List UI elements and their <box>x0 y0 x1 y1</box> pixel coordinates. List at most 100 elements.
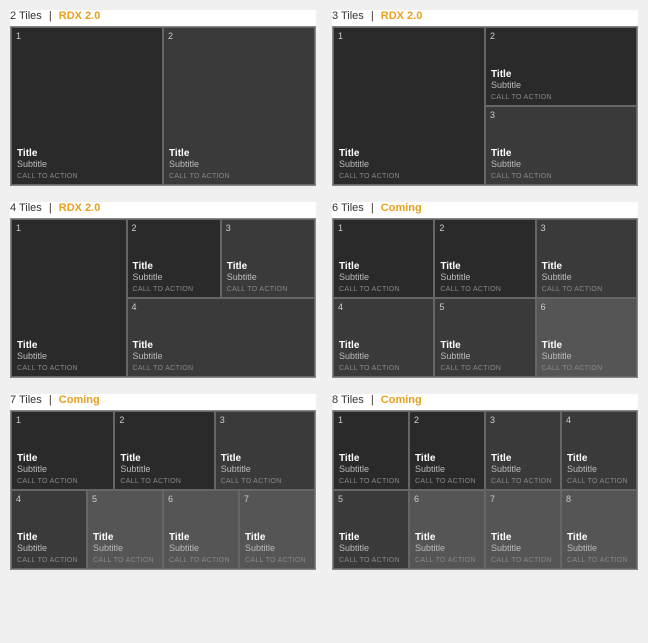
tile-8-6: 6 Title Subtitle CALL TO ACTION <box>409 490 485 569</box>
tile-7-6: 6 Title Subtitle CALL TO ACTION <box>163 490 239 569</box>
tile-title: Title <box>17 532 81 543</box>
rdx-label-3: RDX 2.0 <box>381 10 423 22</box>
tile-count-7: 7 Tiles <box>10 394 42 406</box>
tile-number: 3 <box>541 223 546 233</box>
tile-subtitle: Subtitle <box>491 159 631 169</box>
tile-subtitle: Subtitle <box>415 543 479 553</box>
tile-title: Title <box>339 453 403 464</box>
tile-title: Title <box>93 532 157 543</box>
tile-cta: CALL TO ACTION <box>339 173 479 180</box>
tile-grid-8: 1 Title Subtitle CALL TO ACTION 2 Title … <box>332 410 638 570</box>
tile-cta: CALL TO ACTION <box>415 557 479 564</box>
tile-number: 4 <box>338 302 343 312</box>
tile-number: 1 <box>16 223 21 233</box>
tile-cta: CALL TO ACTION <box>339 286 428 293</box>
tile-number: 6 <box>168 494 173 504</box>
tile-2-1: 1 Title Subtitle CALL TO ACTION <box>11 27 163 185</box>
tile-subtitle: Subtitle <box>339 351 428 361</box>
tile-count-8: 8 Tiles <box>332 394 364 406</box>
tile-number: 1 <box>338 31 343 41</box>
tile-number: 2 <box>132 223 137 233</box>
tile-8-5: 5 Title Subtitle CALL TO ACTION <box>333 490 409 569</box>
tile-number: 7 <box>244 494 249 504</box>
tile-title: Title <box>221 453 309 464</box>
rdx-label-4: RDX 2.0 <box>59 202 101 214</box>
tile-subtitle: Subtitle <box>491 80 631 90</box>
tile-cta: CALL TO ACTION <box>542 365 631 372</box>
tile-cta: CALL TO ACTION <box>133 286 215 293</box>
tile-cta: CALL TO ACTION <box>221 478 309 485</box>
tile-subtitle: Subtitle <box>491 543 555 553</box>
tile-4-4: 4 Title Subtitle CALL TO ACTION <box>127 298 315 377</box>
tile-8-1: 1 Title Subtitle CALL TO ACTION <box>333 411 409 490</box>
tile-count-6: 6 Tiles <box>332 202 364 214</box>
tile-number: 3 <box>220 415 225 425</box>
tile-subtitle: Subtitle <box>339 464 403 474</box>
tile-subtitle: Subtitle <box>227 272 309 282</box>
row-top-4: 2 Title Subtitle CALL TO ACTION 3 Title … <box>127 219 315 298</box>
tile-6-5: 5 Title Subtitle CALL TO ACTION <box>434 298 535 377</box>
tile-7-2: 2 Title Subtitle CALL TO ACTION <box>114 411 214 490</box>
section-header-3: 3 Tiles | RDX 2.0 <box>332 10 638 22</box>
tile-cta: CALL TO ACTION <box>227 286 309 293</box>
tile-title: Title <box>542 340 631 351</box>
tile-title: Title <box>133 340 309 351</box>
tile-number: 1 <box>16 31 21 41</box>
section-header-8: 8 Tiles | Coming <box>332 394 638 406</box>
tile-number: 6 <box>541 302 546 312</box>
tile-number: 2 <box>168 31 173 41</box>
tile-row-2: 1 Title Subtitle CALL TO ACTION 2 Title … <box>11 27 315 185</box>
tile-number: 1 <box>16 415 21 425</box>
tile-title: Title <box>491 453 555 464</box>
row-bottom-4: 4 Title Subtitle CALL TO ACTION <box>127 298 315 377</box>
tile-7-1: 1 Title Subtitle CALL TO ACTION <box>11 411 114 490</box>
tile-title: Title <box>567 453 631 464</box>
tile-4-2: 2 Title Subtitle CALL TO ACTION <box>127 219 221 298</box>
coming-label-8: Coming <box>381 394 422 406</box>
tile-number: 6 <box>414 494 419 504</box>
coming-label-6: Coming <box>381 202 422 214</box>
tile-title: Title <box>339 261 428 272</box>
tile-cta: CALL TO ACTION <box>245 557 309 564</box>
rdx-label-2: RDX 2.0 <box>59 10 101 22</box>
tile-cta: CALL TO ACTION <box>542 286 631 293</box>
tile-number: 3 <box>490 110 495 120</box>
row-bottom-8: 5 Title Subtitle CALL TO ACTION 6 Title … <box>333 490 637 569</box>
tile-number: 5 <box>92 494 97 504</box>
tile-title: Title <box>491 148 631 159</box>
tile-count-3: 3 Tiles <box>332 10 364 22</box>
tile-cta: CALL TO ACTION <box>17 478 108 485</box>
row-bottom-6: 4 Title Subtitle CALL TO ACTION 5 Title … <box>333 298 637 377</box>
tile-cta: CALL TO ACTION <box>339 365 428 372</box>
tile-title: Title <box>169 532 233 543</box>
tile-number: 1 <box>338 415 343 425</box>
tile-grid-4: 1 Title Subtitle CALL TO ACTION 2 Title … <box>10 218 316 378</box>
tile-cta: CALL TO ACTION <box>169 173 309 180</box>
tile-number: 8 <box>566 494 571 504</box>
tile-8-7: 7 Title Subtitle CALL TO ACTION <box>485 490 561 569</box>
tile-cta: CALL TO ACTION <box>415 478 479 485</box>
tile-cta: CALL TO ACTION <box>491 173 631 180</box>
tile-cta: CALL TO ACTION <box>440 286 529 293</box>
tile-title: Title <box>133 261 215 272</box>
tile-count-2: 2 Tiles <box>10 10 42 22</box>
tile-cta: CALL TO ACTION <box>17 557 81 564</box>
row-top-7: 1 Title Subtitle CALL TO ACTION 2 Title … <box>11 411 315 490</box>
tile-grid-6: 1 Title Subtitle CALL TO ACTION 2 Title … <box>332 218 638 378</box>
tile-title: Title <box>120 453 208 464</box>
right-col-4: 2 Title Subtitle CALL TO ACTION 3 Title … <box>127 219 315 377</box>
tile-6-2: 2 Title Subtitle CALL TO ACTION <box>434 219 535 298</box>
tile-subtitle: Subtitle <box>542 272 631 282</box>
tile-number: 4 <box>16 494 21 504</box>
tile-8-8: 8 Title Subtitle CALL TO ACTION <box>561 490 637 569</box>
tile-subtitle: Subtitle <box>440 272 529 282</box>
tile-title: Title <box>17 340 121 351</box>
right-col-3: 2 Title Subtitle CALL TO ACTION 3 Title … <box>485 27 637 185</box>
section-2-tiles: 2 Tiles | RDX 2.0 1 Title Subtitle CALL … <box>10 10 316 186</box>
tile-number: 5 <box>439 302 444 312</box>
tile-cta: CALL TO ACTION <box>440 365 529 372</box>
tile-cta: CALL TO ACTION <box>339 478 403 485</box>
tile-subtitle: Subtitle <box>17 351 121 361</box>
tile-subtitle: Subtitle <box>567 543 631 553</box>
tile-title: Title <box>339 340 428 351</box>
